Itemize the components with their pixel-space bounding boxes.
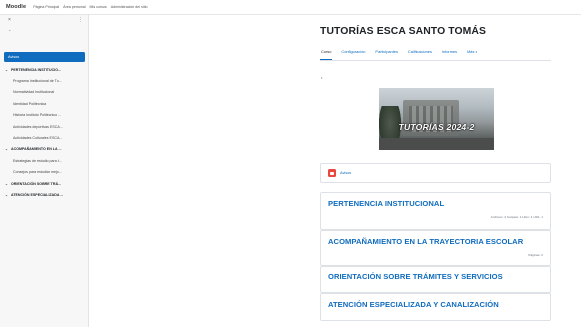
section-bullet: • (321, 75, 323, 80)
banner-ground (379, 138, 494, 150)
nav-link-site-admin[interactable]: Administración del sitio (111, 5, 148, 9)
section-title-link[interactable]: ACOMPAÑAMIENTO EN LA TRAYECTORIA ESCOLAR (328, 237, 523, 246)
drawer-section-label: PERTENENCIA INSTITUCIO... (11, 67, 61, 72)
tab-calificaciones[interactable]: Calificaciones (407, 49, 433, 60)
drawer-section-label: ATENCIÓN ESPECIALIZADA ... (11, 192, 64, 197)
section-summary: Páginas: 2 (528, 253, 543, 257)
nav-link-home[interactable]: Página Principal (33, 5, 59, 9)
tab-curso[interactable]: Curso (320, 49, 333, 60)
course-section-atencion: ATENCIÓN ESPECIALIZADA Y CANALIZACIÓN (320, 293, 551, 321)
drawer-section-label: ACOMPAÑAMIENTO EN LA ... (11, 147, 62, 152)
course-header: TUTORÍAS ESCA SANTO TOMÁS (320, 26, 550, 37)
drawer-section-acompanamiento[interactable]: ⌄ ACOMPAÑAMIENTO EN LA ... (0, 144, 89, 155)
drawer-section-atencion[interactable]: ⌄ ATENCIÓN ESPECIALIZADA ... (0, 189, 89, 200)
course-banner-image: TUTORÍAS 2024-2 (379, 88, 494, 150)
moodle-logo[interactable]: Moodle (6, 4, 26, 10)
section-summary: Archivos: 4 Carpeta: 1 Libro: 1 URL: 1 (490, 215, 543, 219)
drawer-item-culturales[interactable]: Actividades Culturales ESCA... (0, 132, 89, 143)
primary-navigation: Página Principal Área personal Mis curso… (33, 5, 151, 9)
tab-participantes[interactable]: Participantes (374, 49, 399, 60)
tab-mas-label: Más (467, 49, 475, 54)
more-options-icon[interactable]: ⋮ (78, 17, 83, 23)
tab-mas[interactable]: Más ▾ (466, 49, 478, 60)
drawer-item-deportivas[interactable]: Actividades deportivas ESCA... (0, 121, 89, 132)
course-index-list: ⌄ PERTENENCIA INSTITUCIO... Programa Inst… (0, 64, 89, 201)
page-title: TUTORÍAS ESCA SANTO TOMÁS (320, 26, 487, 37)
top-navbar: Moodle Página Principal Área personal Mi… (0, 0, 581, 15)
chevron-down-icon: ▾ (475, 50, 478, 54)
drawer-section-label: ORIENTACIÓN SOBRE TRÁ... (11, 181, 62, 186)
course-section-orientacion: ORIENTACIÓN SOBRE TRÁMITES Y SERVICIOS (320, 266, 551, 293)
section-title-link[interactable]: ATENCIÓN ESPECIALIZADA Y CANALIZACIÓN (328, 300, 499, 309)
drawer-item-consejos[interactable]: Consejos para estudiar mejo... (0, 167, 89, 178)
banner-caption: TUTORÍAS 2024-2 (398, 122, 475, 132)
course-section-pertenencia: PERTENENCIA INSTITUCIONAL Archivos: 4 Ca… (320, 192, 551, 230)
drawer-item-estrategias[interactable]: Estrategias de estudio para t... (0, 155, 89, 166)
chevron-down-icon[interactable]: ⌄ (8, 27, 11, 32)
tab-informes[interactable]: Informes (441, 49, 458, 60)
drawer-item-avisos[interactable]: Avisos (4, 52, 85, 62)
forum-icon (328, 169, 336, 177)
course-index-drawer: × ⋮ ⌄ Avisos ⌄ PERTENENCIA INSTITUCIO... … (0, 15, 89, 327)
drawer-section-pertenencia[interactable]: ⌄ PERTENENCIA INSTITUCIO... (0, 64, 89, 75)
drawer-item-programa[interactable]: Programa Institucional de Tu... (0, 75, 89, 86)
drawer-header: × ⋮ (0, 15, 88, 27)
close-icon[interactable]: × (8, 17, 11, 23)
section-title-link[interactable]: PERTENENCIA INSTITUCIONAL (328, 199, 444, 208)
course-section-acompanamiento: ACOMPAÑAMIENTO EN LA TRAYECTORIA ESCOLAR… (320, 230, 551, 266)
drawer-item-normatividad[interactable]: Normatividad Institucional (0, 87, 89, 98)
drawer-item-identidad[interactable]: Identidad Politécnica (0, 98, 89, 109)
drawer-item-historia[interactable]: Historia Instituto Politécnico ... (0, 110, 89, 121)
drawer-section-orientacion[interactable]: ⌄ ORIENTACIÓN SOBRE TRÁ... (0, 178, 89, 189)
nav-link-my-courses[interactable]: Mis cursos (90, 5, 107, 9)
tab-configuracion[interactable]: Configuración (340, 49, 366, 60)
announcements-link[interactable]: Avisos (340, 171, 351, 175)
secondary-navigation: Curso Configuración Participantes Califi… (320, 49, 551, 61)
section-title-link[interactable]: ORIENTACIÓN SOBRE TRÁMITES Y SERVICIOS (328, 272, 503, 281)
nav-link-dashboard[interactable]: Área personal (63, 5, 85, 9)
announcements-activity[interactable]: Avisos (320, 163, 551, 183)
